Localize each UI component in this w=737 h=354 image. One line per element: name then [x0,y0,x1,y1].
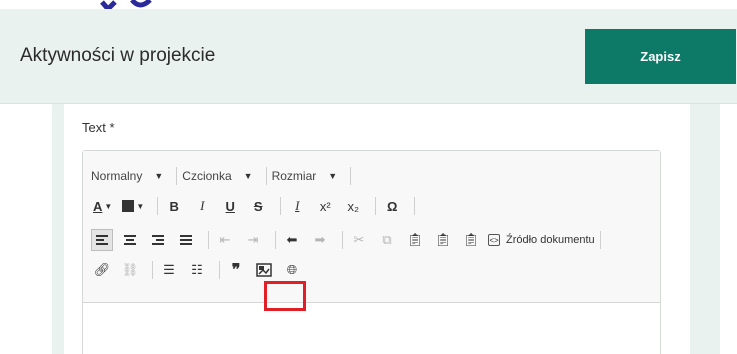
background-color-icon [122,200,135,212]
paste-button[interactable]: 📋︎ [404,229,426,251]
numbered-list-button[interactable]: ☷ [186,259,208,281]
rich-text-editor: Normalny ▼ Czcionka ▼ Rozmiar ▼ A ▼ ▼ B … [82,150,661,354]
align-left-button[interactable] [91,229,113,251]
chevron-down-icon: ▼ [154,171,164,181]
italic-button[interactable]: I [191,195,213,217]
chevron-down-icon: ▼ [104,201,113,211]
undo-button[interactable]: ⬅ [281,229,303,251]
size-dropdown[interactable]: Rozmiar ▼ [272,169,338,183]
outdent-icon: ⇤ [219,232,231,247]
scissors-icon: ✂ [353,232,365,247]
font-dropdown[interactable]: Czcionka ▼ [182,169,252,183]
copy-button[interactable]: ⧉ [376,229,398,251]
align-right-button[interactable] [147,229,169,251]
size-dropdown-label: Rozmiar [271,169,317,183]
highlight-box [264,281,306,311]
page-header: Aktywności w projekcie Zapisz [0,9,737,104]
align-center-icon [124,233,136,247]
toolbar-row-insert: 🔗︎ ⛓ ☰ ☷ ❞ 🌐︎ [91,259,309,281]
copy-icon: ⧉ [382,232,392,247]
insert-image-button[interactable] [253,259,275,281]
underline-button[interactable]: U [219,195,241,217]
link-icon: 🔗︎ [93,262,111,277]
toolbar-separator [265,167,267,185]
paste-word-icon: 📋︎ [462,232,480,247]
toolbar-separator [176,167,178,185]
content-frame-right [690,104,720,354]
bold-button[interactable]: B [163,195,185,217]
source-button-label: Źródło dokumentu [506,234,595,246]
toolbar-separator [280,197,282,215]
chevron-down-icon: ▼ [243,171,253,181]
link-button[interactable]: 🔗︎ [91,259,113,281]
subscript-button[interactable]: x₂ [342,195,364,217]
paste-text-icon: 📋︎ [434,232,452,247]
superscript-button[interactable]: x² [314,195,336,217]
toolbar-separator [157,197,159,215]
toolbar-row-paragraph: ⇤ ⇥ ⬅ ➡ ✂ ⧉ 📋︎ 📋︎ 📋︎ <> Źródło dokumentu [91,229,606,251]
font-dropdown-label: Czcionka [182,169,232,183]
page-title: Aktywności w projekcie [20,45,216,66]
outdent-button[interactable]: ⇤ [214,229,236,251]
remove-format-button[interactable]: I [286,195,308,217]
redo-icon: ➡ [314,232,326,247]
numbered-list-icon: ☷ [191,262,203,277]
toolbar-row-styles: Normalny ▼ Czcionka ▼ Rozmiar ▼ [91,165,356,187]
indent-button[interactable]: ⇥ [242,229,264,251]
toolbar-separator [152,261,153,279]
format-dropdown-label: Normalny [91,169,143,183]
text-color-icon: A [93,198,103,214]
bulleted-list-icon: ☰ [163,262,175,277]
toolbar-separator [414,197,416,215]
logo-fragment [100,0,152,9]
top-strip [0,0,737,9]
image-icon [256,263,272,277]
align-right-icon [152,233,164,247]
toolbar-separator [275,231,276,249]
chevron-down-icon: ▼ [328,171,338,181]
source-icon: <> [488,234,500,246]
cut-button[interactable]: ✂ [348,229,370,251]
undo-icon: ⬅ [286,232,298,247]
toolbar-separator [208,231,209,249]
paste-text-button[interactable]: 📋︎ [432,229,454,251]
editor-toolbar: Normalny ▼ Czcionka ▼ Rozmiar ▼ A ▼ ▼ B … [83,151,660,303]
unlink-button[interactable]: ⛓ [119,259,141,281]
toolbar-separator [599,231,601,249]
align-justify-icon [180,233,192,247]
content-frame-left [52,104,64,354]
paste-word-button[interactable]: 📋︎ [460,229,482,251]
save-button[interactable]: Zapisz [585,29,736,84]
redo-button[interactable]: ➡ [309,229,331,251]
blockquote-button[interactable]: ❞ [225,259,247,281]
page-background [0,104,52,354]
globe-icon: 🌐︎ [286,262,298,277]
bulleted-list-button[interactable]: ☰ [158,259,180,281]
text-color-button[interactable]: A ▼ [91,195,114,217]
align-justify-button[interactable] [175,229,197,251]
unlink-icon: ⛓ [121,262,139,277]
paste-icon: 📋︎ [406,232,424,247]
insert-iframe-button[interactable]: 🌐︎ [281,259,303,281]
indent-icon: ⇥ [247,232,259,247]
background-color-button[interactable]: ▼ [120,195,146,217]
align-left-icon [96,233,108,247]
toolbar-separator [350,167,352,185]
align-center-button[interactable] [119,229,141,251]
source-button[interactable]: <> Źródło dokumentu [488,234,595,246]
toolbar-separator [375,197,377,215]
toolbar-row-text: A ▼ ▼ B I U S I x² x₂ Ω [91,195,420,217]
chevron-down-icon: ▼ [136,201,145,211]
format-dropdown[interactable]: Normalny ▼ [91,169,163,183]
toolbar-separator [219,261,220,279]
text-field-label: Text * [82,120,115,135]
strikethrough-button[interactable]: S [247,195,269,217]
special-character-button[interactable]: Ω [381,195,403,217]
toolbar-separator [342,231,343,249]
